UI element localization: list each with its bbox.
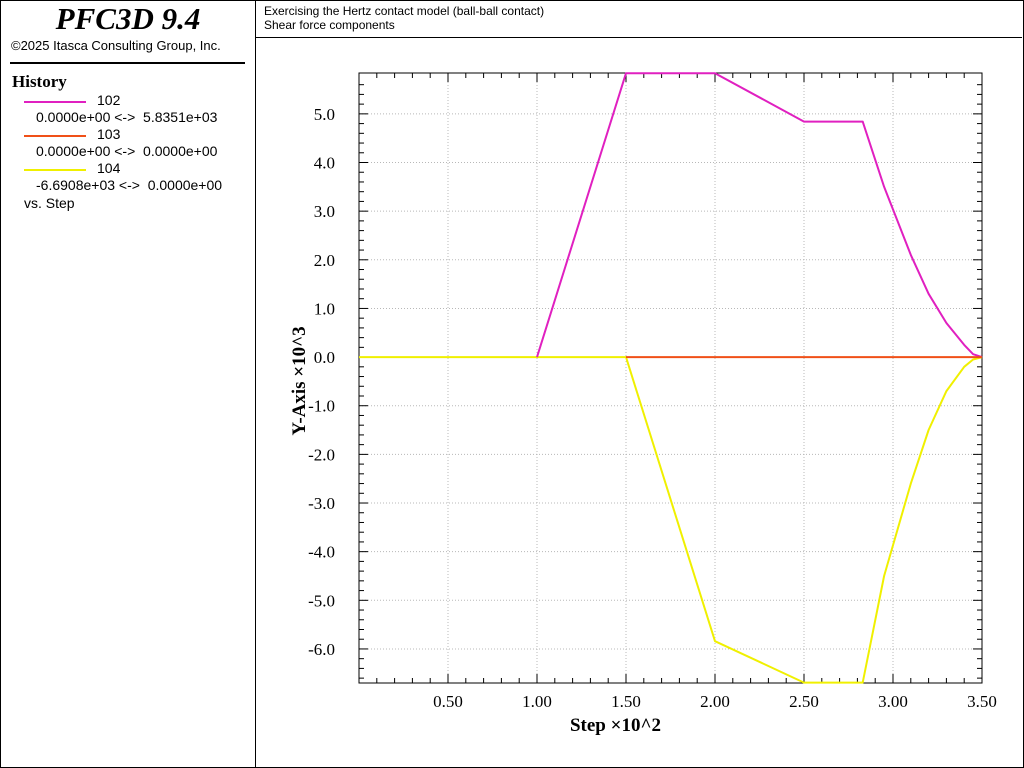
plot-title: Exercising the Hertz contact model (ball… [264, 4, 545, 18]
x-tick-label: 2.50 [789, 692, 819, 711]
y-tick-label: 5.0 [314, 105, 335, 124]
y-tick-label: -1.0 [308, 397, 335, 416]
y-tick-label: -3.0 [308, 494, 335, 513]
legend-range-103: 0.0000e+00 <-> 0.0000e+00 [36, 143, 218, 159]
vs-step-label: vs. Step [24, 195, 75, 211]
copyright-text: ©2025 Itasca Consulting Group, Inc. [11, 38, 221, 53]
legend-id-104: 104 [97, 160, 121, 176]
history-heading: History [12, 72, 67, 91]
y-tick-label: -4.0 [308, 543, 335, 562]
legend-panel: PFC3D 9.4 ©2025 Itasca Consulting Group,… [0, 0, 256, 768]
y-axis-title: Y-Axis ×10^3 [289, 326, 310, 435]
legend-range-104: -6.6908e+03 <-> 0.0000e+00 [36, 177, 223, 193]
tick-label-layer: 0.50 1.00 1.50 2.00 2.50 3.00 3.50 5.0 4.0 3.0 2.0… [308, 105, 997, 711]
x-tick-label: 3.00 [878, 692, 908, 711]
y-tick-label: 4.0 [314, 154, 335, 173]
legend-swatch-102 [24, 101, 86, 103]
title-divider [10, 62, 245, 64]
grid-layer [359, 73, 983, 683]
x-tick-label: 1.50 [611, 692, 641, 711]
x-tick-label: 1.00 [522, 692, 552, 711]
plot-area-border [358, 72, 983, 684]
plot-subtitle: Shear force components [264, 18, 395, 32]
series-line-102 [536, 72, 983, 359]
y-tick-label: 1.0 [314, 299, 335, 318]
legend-range-102: 0.0000e+00 <-> 5.8351e+03 [36, 109, 218, 125]
series-layer [359, 72, 983, 684]
y-tick-label: 0.0 [314, 348, 335, 367]
x-axis-title: Step ×10^2 [570, 715, 661, 736]
y-tick-label: 2.0 [314, 251, 335, 270]
app-title: PFC3D 9.4 [55, 1, 201, 36]
x-tick-label: 3.50 [967, 692, 997, 711]
legend-id-103: 103 [97, 126, 121, 142]
legend-swatch-103 [24, 135, 86, 137]
x-tick-label: 2.00 [700, 692, 730, 711]
x-tick-label: 0.50 [433, 692, 463, 711]
y-tick-label: -2.0 [308, 445, 335, 464]
y-tick-label: -6.0 [308, 640, 335, 659]
y-tick-label: 3.0 [314, 202, 335, 221]
tick-layer [359, 73, 983, 683]
legend-id-102: 102 [97, 92, 121, 108]
chart-svg: 0.50 1.00 1.50 2.00 2.50 3.00 3.50 5.0 4.0 3.0 2.0… [289, 72, 997, 736]
legend-swatch-104 [24, 169, 86, 171]
y-tick-label: -5.0 [308, 591, 335, 610]
